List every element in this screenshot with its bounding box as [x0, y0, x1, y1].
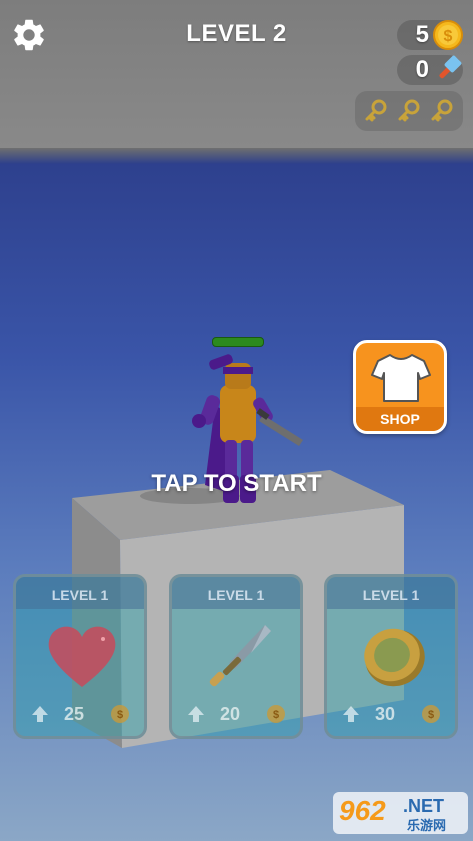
coin-stack-icon	[364, 628, 425, 687]
upgrade-price: 20	[220, 703, 241, 724]
upgrade-arrow-icon	[32, 706, 48, 722]
coin-icon: $	[111, 705, 129, 723]
shop-button[interactable]: SHOP	[353, 340, 447, 434]
key-icon	[365, 99, 387, 122]
upgrade-arrow-icon	[343, 706, 359, 722]
watermark-logo: 962 .NET 乐游网	[333, 792, 468, 834]
svg-text:$: $	[444, 28, 453, 45]
upgrade-card-damage[interactable]: LEVEL 1 20 $	[169, 574, 303, 739]
upgrade-arrow-icon	[188, 706, 204, 722]
watermark-caption: 乐游网	[407, 818, 446, 834]
upgrade-card-health[interactable]: LEVEL 1 25 $	[13, 574, 147, 739]
upgrade-card-income[interactable]: LEVEL 1 30 $	[324, 574, 458, 739]
upgrade-footer: 30 $	[327, 692, 455, 736]
svg-text:$: $	[428, 709, 434, 721]
coin-counter: 5 $	[397, 20, 463, 50]
watermark-brand: 962	[339, 795, 386, 826]
watermark-suffix: .NET	[403, 796, 444, 816]
shirt-icon	[371, 354, 431, 402]
upgrade-level-label: LEVEL 1	[172, 577, 300, 609]
sword-icon	[209, 625, 271, 687]
hammer-counter: 0	[397, 55, 463, 85]
key-icon	[431, 99, 453, 122]
svg-text:$: $	[117, 709, 123, 721]
upgrade-level-label: LEVEL 1	[16, 577, 144, 609]
coin-count: 5	[415, 21, 429, 48]
key-icon	[398, 99, 420, 122]
heart-icon	[48, 626, 116, 687]
upgrade-footer: 20 $	[172, 692, 300, 736]
coin-icon: $	[422, 705, 440, 723]
shop-label: SHOP	[356, 407, 444, 431]
upgrade-price: 25	[64, 703, 85, 724]
svg-text:$: $	[273, 709, 279, 721]
keys-tray	[355, 91, 463, 131]
upgrade-level-label: LEVEL 1	[327, 577, 455, 609]
hammer-count: 0	[415, 56, 429, 83]
hammer-icon	[439, 55, 462, 79]
game-scene[interactable]: LEVEL 2 5 $ 0 SHOP TAP TO START LEVEL 1 …	[0, 0, 473, 841]
upgrade-price: 30	[375, 703, 396, 724]
coin-icon: $	[433, 20, 463, 50]
coin-icon: $	[267, 705, 285, 723]
hero-health-bar	[212, 337, 264, 347]
upgrade-footer: 25 $	[16, 692, 144, 736]
tap-to-start-prompt[interactable]: TAP TO START	[0, 470, 473, 498]
